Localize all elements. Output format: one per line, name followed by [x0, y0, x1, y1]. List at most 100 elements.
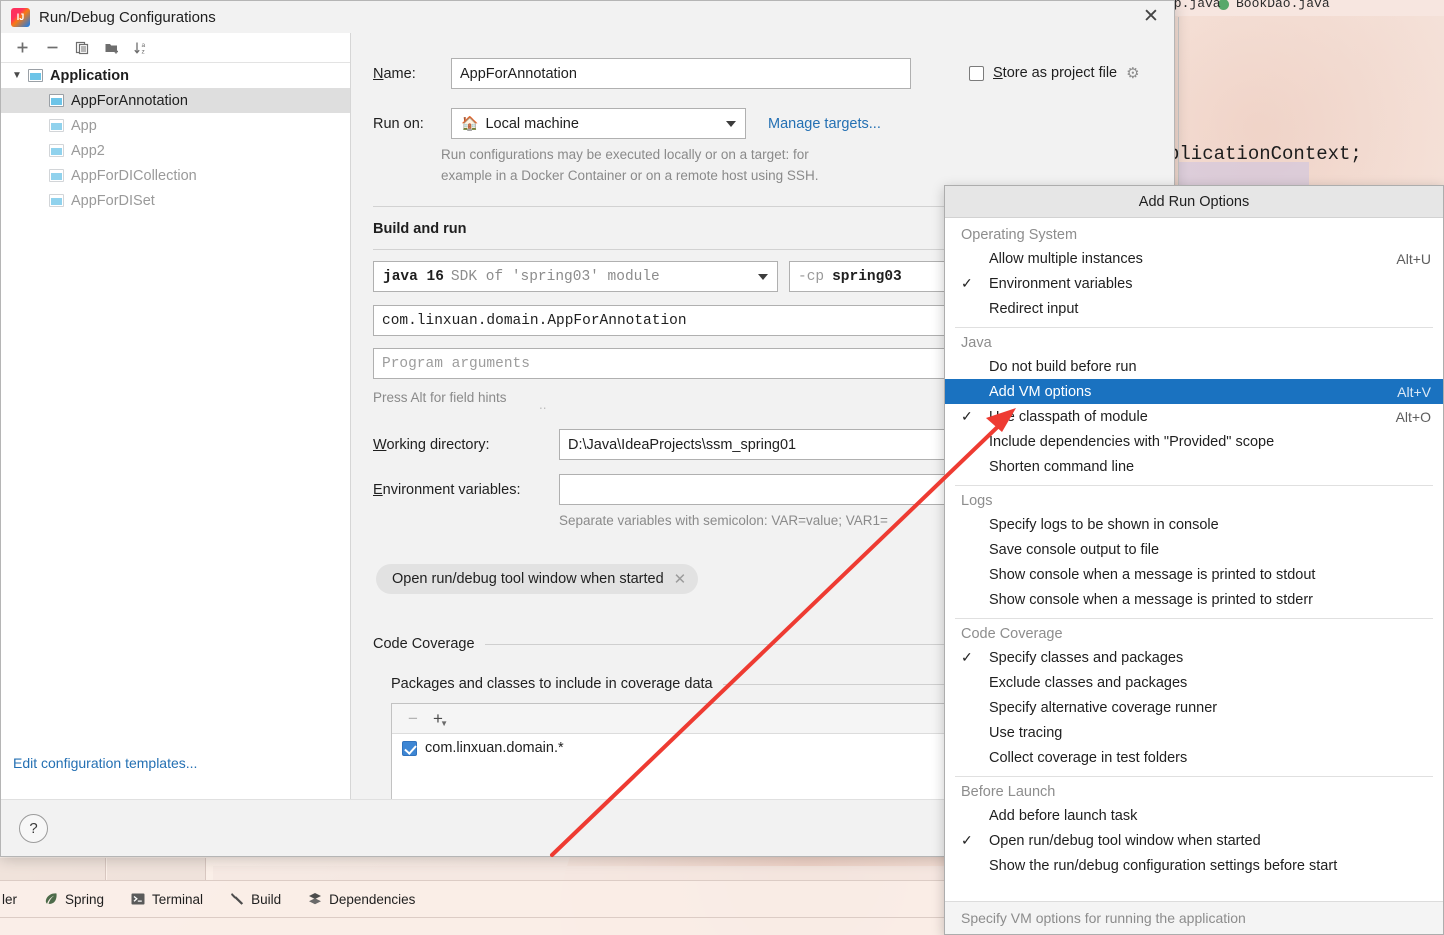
popup-group-code-coverage: Code Coverage — [961, 626, 1063, 642]
popup-item-label: Do not build before run — [989, 358, 1137, 375]
tool-window-spring[interactable]: Spring — [43, 891, 104, 907]
popup-item-label: Redirect input — [989, 300, 1079, 317]
tool-window-terminal[interactable]: Terminal — [130, 891, 203, 907]
close-icon[interactable]: ✕ — [674, 570, 687, 588]
remove-pattern-button[interactable]: − — [402, 709, 424, 729]
popup-options-list[interactable]: Operating System Allow multiple instance… — [945, 218, 1443, 901]
check-icon: ✓ — [961, 832, 973, 848]
tool-window-build[interactable]: Build — [229, 891, 281, 907]
popup-item-use-tracing[interactable]: Use tracing — [945, 720, 1443, 745]
manage-targets-link[interactable]: Manage targets... — [768, 116, 881, 132]
tree-item-label: App — [71, 117, 97, 134]
popup-item-add-vm-options[interactable]: Add VM options Alt+V — [945, 379, 1443, 404]
run-on-hint-line-1: Run configurations may be executed local… — [441, 147, 809, 162]
popup-item-redirect-input[interactable]: Redirect input — [945, 296, 1443, 321]
popup-item-specify-logs[interactable]: Specify logs to be shown in console — [945, 512, 1443, 537]
popup-item-do-not-build-before-run[interactable]: Do not build before run — [945, 354, 1443, 379]
tree-group-application[interactable]: ▼ Application — [1, 63, 350, 88]
popup-item-label: Specify classes and packages — [989, 649, 1184, 666]
popup-item-show-console-stderr[interactable]: Show console when a message is printed t… — [945, 587, 1443, 612]
edit-configuration-templates-link[interactable]: Edit configuration templates... — [13, 755, 197, 771]
popup-item-open-run-debug-tool-window[interactable]: ✓ Open run/debug tool window when starte… — [945, 828, 1443, 853]
jdk-version: java 16 — [383, 268, 444, 285]
tool-window-label: Build — [251, 891, 282, 907]
popup-item-specify-alternative-coverage-runner[interactable]: Specify alternative coverage runner — [945, 695, 1443, 720]
chevron-down-icon[interactable]: ▼ — [9, 70, 25, 81]
application-icon — [49, 144, 64, 157]
popup-item-label: Allow multiple instances — [989, 250, 1143, 267]
sort-configurations-button[interactable]: az — [127, 35, 157, 61]
popup-item-label: Open run/debug tool window when started — [989, 832, 1261, 849]
cp-value: spring03 — [832, 268, 902, 285]
program-arguments-input[interactable]: Program arguments — [373, 348, 1029, 379]
popup-divider — [955, 618, 1433, 619]
popup-item-label: Exclude classes and packages — [989, 674, 1188, 691]
popup-status-text: Specify VM options for running the appli… — [945, 901, 1443, 934]
tree-item-label: AppForAnnotation — [71, 92, 188, 109]
popup-item-allow-multiple-instances[interactable]: Allow multiple instances Alt+U — [945, 246, 1443, 271]
application-icon — [49, 194, 64, 207]
jdk-select[interactable]: java 16 SDK of 'spring03' module — [373, 261, 778, 292]
tool-window-dependencies[interactable]: Dependencies — [307, 891, 415, 907]
popup-item-collect-coverage-in-test-folders[interactable]: Collect coverage in test folders — [945, 745, 1443, 770]
run-on-select[interactable]: 🏠 Local machine — [451, 108, 746, 139]
tree-item-app[interactable]: App — [1, 113, 350, 138]
home-icon: 🏠 — [461, 115, 479, 131]
tool-strip-cell-2 — [107, 858, 206, 880]
program-arguments-placeholder: Program arguments — [382, 355, 530, 372]
popup-item-label: Show console when a message is printed t… — [989, 566, 1316, 583]
check-icon: ✓ — [961, 408, 973, 424]
check-icon: ✓ — [961, 275, 973, 291]
help-button[interactable]: ? — [19, 814, 48, 843]
tool-window-profiler[interactable]: ler — [2, 892, 17, 907]
store-as-project-file-checkbox[interactable] — [969, 65, 984, 81]
editor-tab-strip[interactable]: mp.java BookDao.java — [1170, 0, 1444, 16]
tree-item-app2[interactable]: App2 — [1, 138, 350, 163]
tree-item-appfordiset[interactable]: AppForDISet — [1, 188, 350, 213]
chevron-down-icon — [758, 273, 768, 280]
tool-window-label: ler — [2, 891, 18, 907]
close-icon[interactable]: ✕ — [1128, 1, 1174, 32]
terminal-icon — [130, 891, 146, 907]
popup-item-show-settings-before-start[interactable]: Show the run/debug configuration setting… — [945, 853, 1443, 878]
gear-icon[interactable]: ⚙ — [1126, 64, 1139, 82]
configurations-tree[interactable]: ▼ Application AppForAnnotation App App2 … — [1, 63, 350, 213]
main-class-input[interactable]: com.linxuan.domain.AppForAnnotation — [373, 305, 1029, 336]
tool-window-label: Spring — [65, 891, 105, 907]
popup-item-label: Specify alternative coverage runner — [989, 699, 1218, 716]
popup-item-add-before-launch-task[interactable]: Add before launch task — [945, 803, 1443, 828]
popup-item-use-classpath-of-module[interactable]: ✓ Use classpath of module Alt+O — [945, 404, 1443, 429]
popup-item-specify-classes-and-packages[interactable]: ✓ Specify classes and packages — [945, 645, 1443, 670]
popup-item-shorten-command-line[interactable]: Shorten command line — [945, 454, 1443, 479]
working-directory-input[interactable]: D:\Java\IdeaProjects\ssm_spring01 — [559, 429, 979, 460]
environment-variables-input[interactable] — [559, 474, 979, 505]
popup-item-exclude-classes-and-packages[interactable]: Exclude classes and packages — [945, 670, 1443, 695]
open-run-debug-tool-window-chip[interactable]: Open run/debug tool window when started … — [376, 564, 699, 594]
coverage-pattern-label: com.linxuan.domain.* — [425, 740, 564, 756]
store-as-project-file-row[interactable]: Store as project file ⚙ — [969, 64, 1140, 82]
remove-configuration-button[interactable] — [37, 35, 67, 61]
code-coverage-title: Code Coverage — [373, 636, 475, 652]
popup-item-label: Save console output to file — [989, 541, 1160, 558]
popup-item-show-console-stdout[interactable]: Show console when a message is printed t… — [945, 562, 1443, 587]
popup-item-save-console-output[interactable]: Save console output to file — [945, 537, 1443, 562]
tree-item-appforannotation[interactable]: AppForAnnotation — [1, 88, 350, 113]
coverage-pattern-checkbox[interactable] — [402, 740, 417, 756]
popup-item-include-provided-dependencies[interactable]: Include dependencies with "Provided" sco… — [945, 429, 1443, 454]
name-input[interactable]: AppForAnnotation — [451, 58, 911, 89]
working-directory-label: Working directory: — [373, 436, 490, 453]
field-hints-dots: .. — [539, 397, 547, 412]
popup-item-label: Add before launch task — [989, 807, 1138, 824]
copy-configuration-button[interactable] — [67, 35, 97, 61]
configurations-toolbar[interactable]: az — [1, 33, 350, 63]
popup-item-label: Add VM options — [989, 383, 1092, 400]
popup-item-environment-variables[interactable]: ✓ Environment variables — [945, 271, 1443, 296]
tree-item-appfordicollection[interactable]: AppForDICollection — [1, 163, 350, 188]
new-folder-button[interactable] — [97, 35, 127, 61]
popup-item-shortcut: Alt+U — [1396, 250, 1431, 267]
popup-item-label: Include dependencies with "Provided" sco… — [989, 433, 1275, 450]
add-pattern-button[interactable]: + ▼ — [426, 709, 450, 729]
tree-item-label: AppForDICollection — [71, 167, 197, 184]
tool-window-label: Dependencies — [329, 891, 416, 907]
add-configuration-button[interactable] — [7, 35, 37, 61]
